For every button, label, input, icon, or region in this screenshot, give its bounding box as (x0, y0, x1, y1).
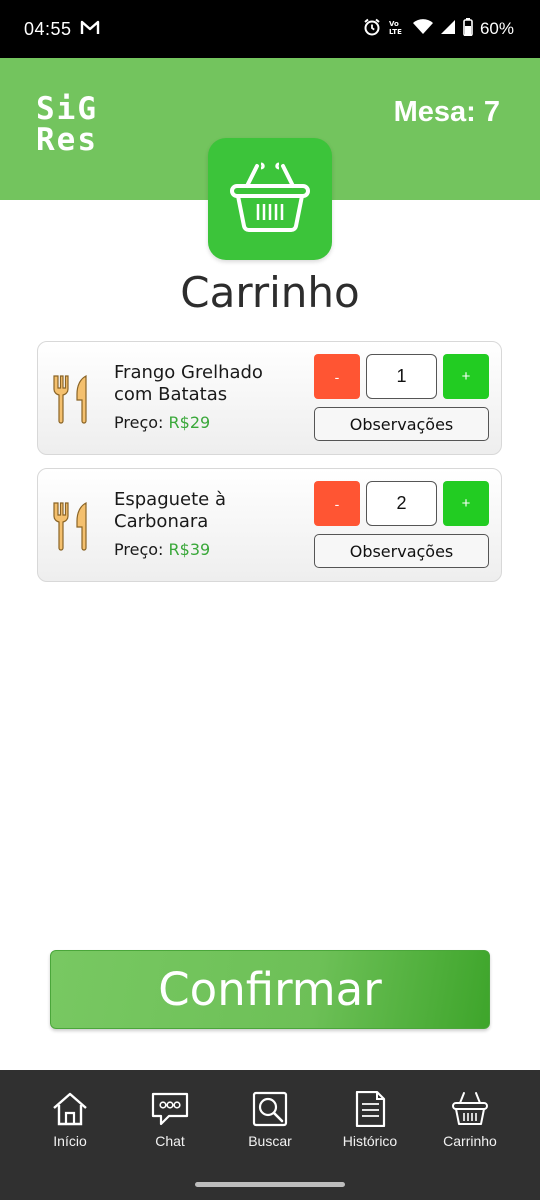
fork-knife-icon (51, 501, 91, 555)
gesture-area (0, 1172, 540, 1200)
price-label: Preço: (114, 540, 164, 559)
basket-icon (451, 1091, 489, 1131)
notes-button[interactable]: Observações (314, 534, 489, 568)
bottom-nav: Início Chat Buscar Histórico Carrinho (0, 1070, 540, 1172)
status-bar: 04:55 Vo LTE 60% (0, 0, 540, 58)
increase-quantity-button[interactable]: + (443, 481, 489, 526)
page-title: Carrinho (180, 268, 360, 317)
signal-icon (440, 19, 456, 39)
nav-item-inicio[interactable]: Início (20, 1070, 120, 1172)
nav-item-buscar[interactable]: Buscar (220, 1070, 320, 1172)
app-logo: SiG Res (36, 94, 98, 156)
item-name: Frango Grelhado com Batatas (114, 362, 263, 405)
status-time: 04:55 (24, 19, 72, 39)
gmail-icon (80, 20, 100, 40)
cart-badge (208, 138, 332, 260)
nav-label: Histórico (342, 1133, 398, 1149)
quantity-field[interactable]: 2 (366, 481, 437, 526)
status-icons: Vo LTE 60% (363, 18, 514, 40)
wifi-icon (412, 19, 433, 39)
cart-item: Espaguete à Carbonara Preço: R$39 - 2 + … (37, 468, 502, 582)
item-name: Espaguete à Carbonara (114, 489, 226, 532)
nav-item-carrinho[interactable]: Carrinho (420, 1070, 520, 1172)
volte-icon: Vo LTE (388, 18, 406, 40)
gesture-handle[interactable] (195, 1182, 345, 1187)
nav-label: Chat (155, 1133, 185, 1149)
alarm-icon (363, 18, 381, 40)
battery-icon (463, 18, 473, 40)
confirm-button[interactable]: Confirmar (50, 950, 490, 1029)
item-price: Preço: R$39 (114, 540, 210, 559)
battery-percent: 60% (479, 19, 514, 38)
svg-text:LTE: LTE (389, 28, 402, 36)
document-icon (351, 1090, 389, 1131)
increase-quantity-button[interactable]: + (443, 354, 489, 399)
fork-knife-icon (51, 374, 91, 428)
basket-icon (229, 160, 311, 238)
search-icon (251, 1091, 289, 1131)
price-value: R$29 (168, 413, 211, 432)
cart-item: Frango Grelhado com Batatas Preço: R$29 … (37, 341, 502, 455)
chat-icon (151, 1091, 189, 1131)
quantity-field[interactable]: 1 (366, 354, 437, 399)
nav-label: Carrinho (443, 1133, 497, 1149)
notes-button[interactable]: Observações (314, 407, 489, 441)
svg-text:Vo: Vo (389, 20, 399, 28)
decrease-quantity-button[interactable]: - (314, 354, 360, 399)
table-number: Mesa: 7 (393, 96, 500, 128)
item-price: Preço: R$29 (114, 413, 210, 432)
nav-label: Buscar (248, 1133, 292, 1149)
logo-line-1: SiG (36, 91, 98, 127)
home-icon (51, 1091, 89, 1131)
decrease-quantity-button[interactable]: - (314, 481, 360, 526)
price-label: Preço: (114, 413, 164, 432)
nav-item-historico[interactable]: Histórico (320, 1070, 420, 1172)
logo-line-2: Res (36, 122, 98, 158)
nav-item-chat[interactable]: Chat (120, 1070, 220, 1172)
nav-label: Início (53, 1133, 87, 1149)
price-value: R$39 (168, 540, 211, 559)
